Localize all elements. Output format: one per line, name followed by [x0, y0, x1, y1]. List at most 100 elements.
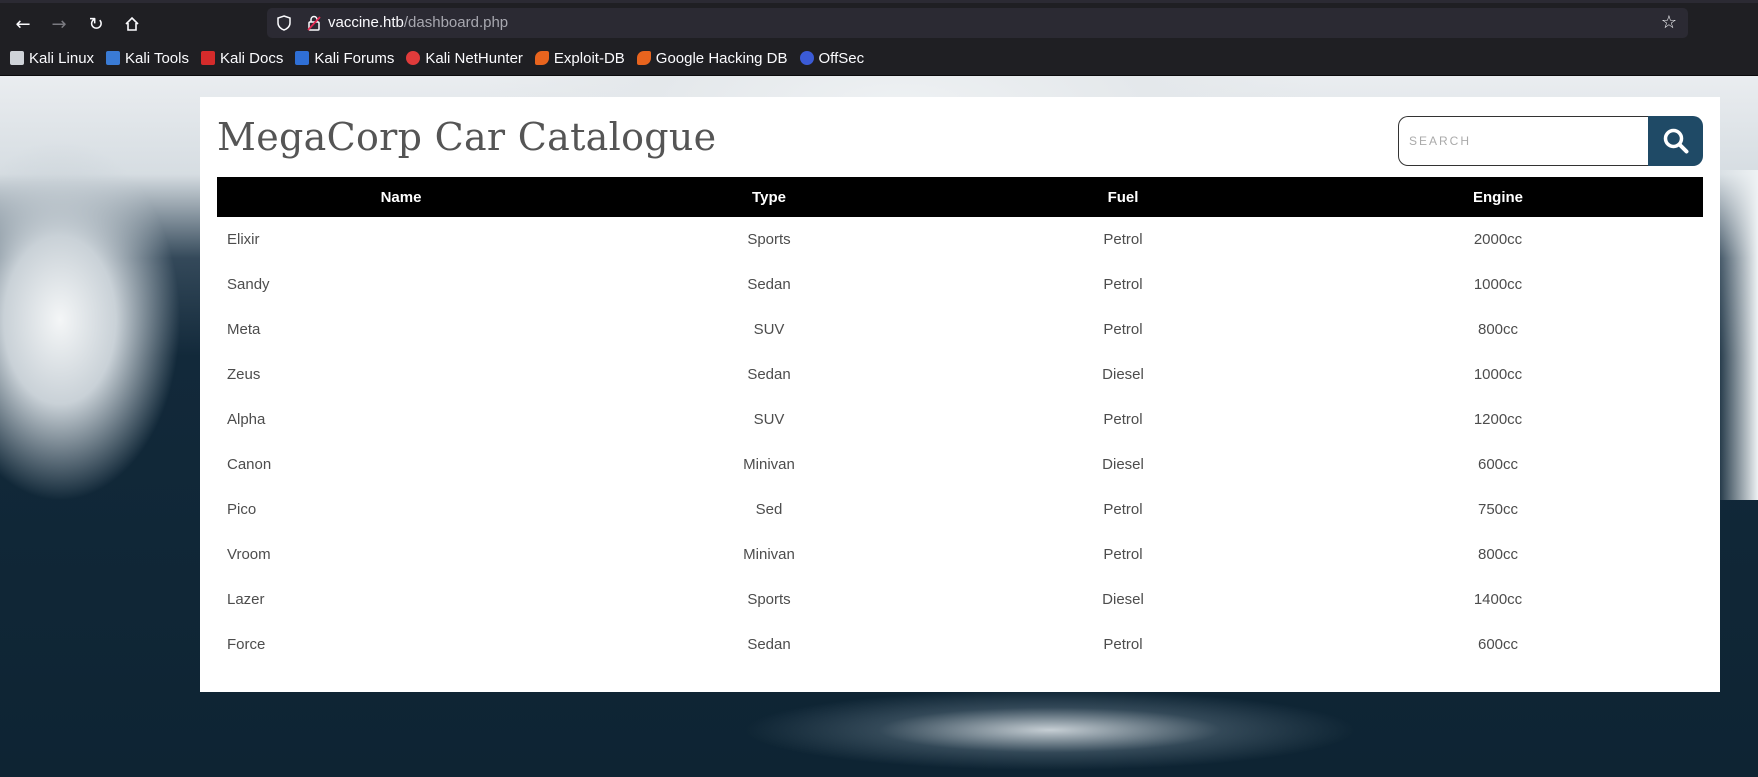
address-bar[interactable]: vaccine.htb/dashboard.php ☆	[267, 8, 1688, 38]
cell-type: Sedan	[747, 276, 791, 293]
cell-engine: 600cc	[1477, 636, 1519, 653]
table-row: Meta SUV Petrol 800cc	[217, 307, 1703, 352]
search-button[interactable]	[1648, 116, 1703, 166]
cell-engine: 750cc	[1477, 501, 1519, 518]
cell-name: Sandy	[227, 276, 270, 293]
background-foam	[600, 690, 1400, 777]
bookmark-kali-nethunter[interactable]: Kali NetHunter	[406, 50, 523, 67]
cell-type: SUV	[753, 321, 785, 338]
kali-tools-icon	[106, 51, 121, 65]
window-top-edge	[0, 0, 1758, 3]
home-icon-glyph	[125, 16, 139, 31]
cell-type: Sed	[755, 501, 783, 518]
cell-fuel: Petrol	[1103, 636, 1143, 653]
bookmark-label: Kali Linux	[29, 49, 95, 67]
cell-type: Sports	[747, 231, 791, 248]
table-row: Lazer Sports Diesel 1400cc	[217, 577, 1703, 622]
background-wave-left	[0, 120, 220, 540]
cell-engine: 800cc	[1477, 546, 1519, 563]
table-row: Sandy Sedan Petrol 1000cc	[217, 262, 1703, 307]
url-text[interactable]: vaccine.htb/dashboard.php	[328, 14, 508, 32]
cell-fuel: Petrol	[1103, 411, 1143, 428]
reload-icon[interactable]: ↻	[83, 11, 109, 37]
cell-name: Lazer	[227, 591, 265, 608]
cell-type: SUV	[753, 411, 785, 428]
background-wave-right	[1718, 170, 1758, 500]
bookmark-label: OffSec	[818, 49, 865, 67]
insecure-lock-icon[interactable]	[305, 14, 323, 32]
search-input[interactable]	[1398, 116, 1648, 166]
search-form	[1398, 116, 1703, 166]
cell-type: Sports	[747, 591, 791, 608]
bookmark-label: Kali NetHunter	[425, 49, 523, 67]
cell-fuel: Petrol	[1103, 231, 1143, 248]
cell-engine: 1200cc	[1473, 411, 1523, 428]
ghdb-icon	[636, 51, 651, 65]
cell-fuel: Petrol	[1103, 546, 1143, 563]
cell-engine: 1000cc	[1473, 276, 1523, 293]
bookmark-offsec[interactable]: OffSec	[799, 49, 865, 67]
offsec-icon	[799, 51, 814, 65]
table-row: Force Sedan Petrol 600cc	[217, 622, 1703, 667]
cell-name: Alpha	[227, 411, 266, 428]
bookmark-kali-forums[interactable]: Kali Forums	[295, 50, 394, 67]
browser-toolbar: ← → ↻ vaccine.htb/dashboard.php ☆ Kali L…	[0, 0, 1758, 76]
cell-engine: 2000cc	[1473, 231, 1523, 248]
car-table: Name Type Fuel Engine Elixir Sports Petr…	[217, 177, 1703, 667]
search-icon	[1663, 128, 1688, 154]
bookmark-kali-tools[interactable]: Kali Tools	[106, 50, 189, 67]
back-arrow-icon[interactable]: ←	[10, 11, 36, 37]
column-header-name: Name	[217, 177, 585, 217]
cell-engine: 1000cc	[1473, 366, 1523, 383]
table-row: Alpha SUV Petrol 1200cc	[217, 397, 1703, 442]
bookmark-star-icon[interactable]: ☆	[1658, 12, 1680, 34]
column-header-type: Type	[585, 177, 953, 217]
cell-name: Vroom	[227, 546, 271, 563]
bookmark-label: Kali Tools	[125, 49, 189, 67]
table-row: Vroom Minivan Petrol 800cc	[217, 532, 1703, 577]
page-title: MegaCorp Car Catalogue	[217, 115, 717, 159]
cell-name: Canon	[227, 456, 272, 473]
table-header-row: Name Type Fuel Engine	[217, 177, 1703, 217]
cell-type: Sedan	[747, 366, 791, 383]
bookmark-exploit-db[interactable]: Exploit-DB	[534, 49, 625, 67]
cell-name: Elixir	[227, 231, 260, 248]
cell-fuel: Diesel	[1102, 456, 1144, 473]
cell-engine: 1400cc	[1473, 591, 1523, 608]
bookmark-label: Google Hacking DB	[655, 49, 788, 67]
kali-docs-icon	[200, 51, 215, 65]
bookmarks-toolbar: Kali Linux Kali Tools Kali Docs Kali For…	[10, 48, 876, 68]
cell-name: Meta	[227, 321, 261, 338]
catalogue-card: MegaCorp Car Catalogue Name Type Fuel En…	[200, 97, 1720, 692]
table-row: Pico Sed Petrol 750cc	[217, 487, 1703, 532]
bookmark-label: Kali Forums	[314, 49, 395, 67]
cell-fuel: Diesel	[1102, 366, 1144, 383]
table-row: Zeus Sedan Diesel 1000cc	[217, 352, 1703, 397]
bookmark-google-hacking-db[interactable]: Google Hacking DB	[636, 49, 788, 67]
cell-type: Minivan	[743, 456, 795, 473]
cell-name: Force	[227, 636, 266, 653]
table-row: Canon Minivan Diesel 600cc	[217, 442, 1703, 487]
home-icon[interactable]	[119, 11, 145, 37]
cell-fuel: Petrol	[1103, 321, 1143, 338]
bookmark-kali-linux[interactable]: Kali Linux	[10, 50, 94, 67]
kali-forums-icon	[295, 51, 310, 65]
tracking-shield-icon[interactable]	[275, 14, 293, 32]
cell-type: Sedan	[747, 636, 791, 653]
cell-engine: 600cc	[1477, 456, 1519, 473]
kali-nethunter-icon	[406, 51, 421, 65]
kali-dragon-icon	[10, 51, 24, 65]
cell-fuel: Diesel	[1102, 591, 1144, 608]
cell-engine: 800cc	[1477, 321, 1519, 338]
url-path: /dashboard.php	[403, 14, 509, 31]
bookmark-kali-docs[interactable]: Kali Docs	[200, 49, 284, 67]
column-header-engine: Engine	[1293, 177, 1703, 217]
bookmark-label: Kali Docs	[219, 49, 284, 67]
url-host: vaccine.htb	[328, 14, 404, 31]
cell-fuel: Petrol	[1103, 276, 1143, 293]
cell-name: Pico	[227, 501, 257, 518]
cell-name: Zeus	[227, 366, 261, 383]
forward-arrow-icon[interactable]: →	[46, 11, 72, 37]
table-row: Elixir Sports Petrol 2000cc	[217, 217, 1703, 262]
bookmark-label: Exploit-DB	[553, 49, 625, 67]
